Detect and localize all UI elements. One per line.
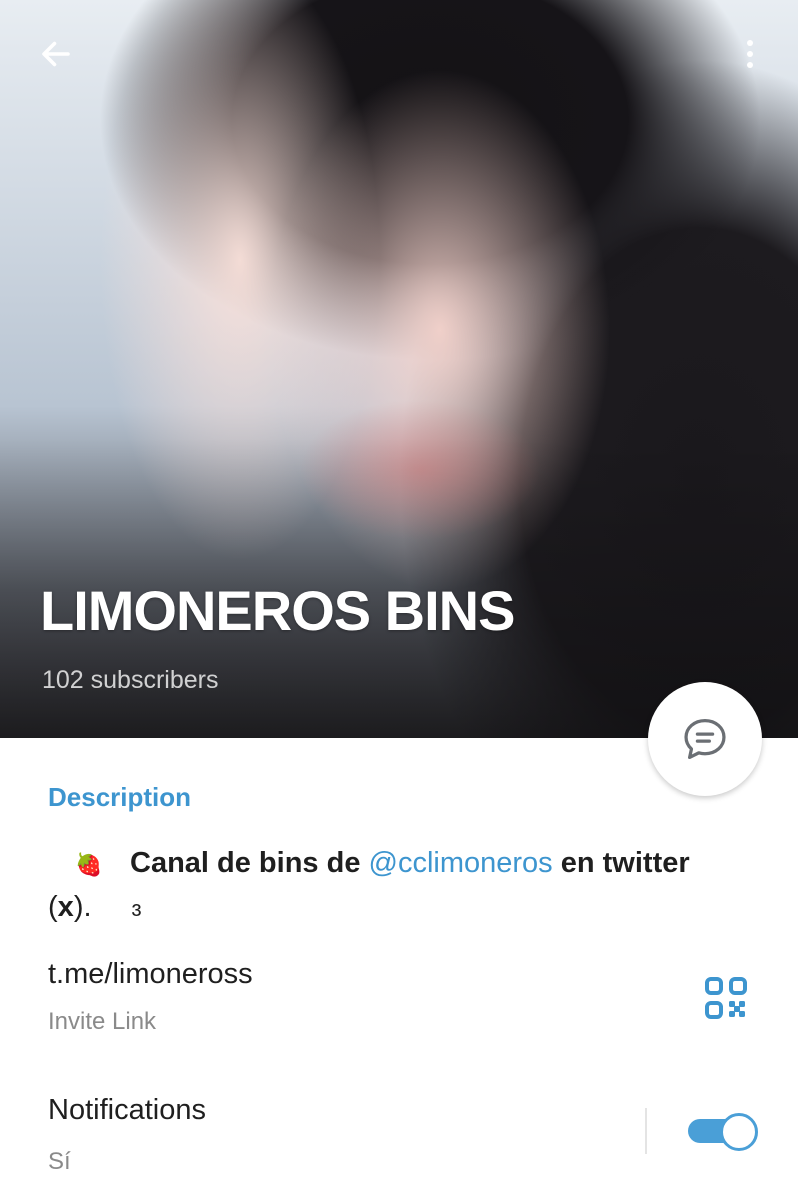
paren-open: ( bbox=[48, 891, 58, 923]
mention-link[interactable]: @cclimoneros bbox=[369, 847, 553, 879]
description-part2: en twitter bbox=[560, 847, 690, 879]
description-part1: Canal de bins de bbox=[130, 847, 361, 879]
description-text: 🍓 Canal de bins de @cclimoneros en twitte… bbox=[48, 842, 728, 930]
chat-bubble-icon bbox=[684, 718, 726, 760]
notifications-title: Notifications bbox=[48, 1094, 206, 1126]
notifications-toggle[interactable] bbox=[686, 1111, 758, 1151]
description-heading: Description bbox=[48, 782, 192, 812]
invite-link[interactable]: t.me/limoneross bbox=[48, 958, 253, 991]
x-text: x bbox=[57, 891, 74, 923]
channel-header-photo: LIMONEROS BINS 102 subscribers bbox=[0, 0, 798, 738]
channel-name: LIMONEROS BINS bbox=[40, 579, 515, 642]
qr-code-icon bbox=[705, 977, 747, 1019]
back-button[interactable] bbox=[26, 28, 86, 80]
paren-close: ). bbox=[73, 891, 92, 923]
notifications-status: Sí bbox=[48, 1148, 71, 1175]
more-options-button[interactable] bbox=[728, 28, 772, 80]
subscriber-count: 102 subscribers bbox=[42, 666, 219, 694]
qr-code-button[interactable] bbox=[704, 976, 748, 1020]
tail-glyph: ɜ bbox=[131, 896, 142, 921]
more-vertical-icon bbox=[747, 40, 753, 68]
open-chat-button[interactable] bbox=[648, 682, 762, 796]
toggle-knob bbox=[720, 1113, 758, 1151]
arrow-left-icon bbox=[42, 41, 70, 67]
strawberry-icon: 🍓 bbox=[75, 852, 103, 877]
vertical-divider bbox=[645, 1108, 647, 1154]
invite-link-label: Invite Link bbox=[48, 1008, 157, 1035]
